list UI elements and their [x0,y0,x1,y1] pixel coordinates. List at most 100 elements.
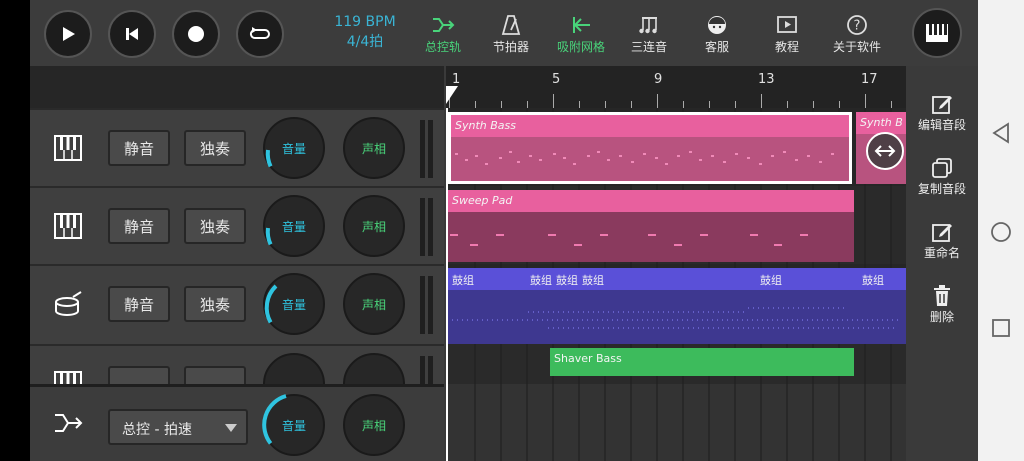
level-meter [428,120,433,178]
drum-clip-label: 鼓组 [452,274,474,287]
volume-knob[interactable]: 音量 [262,272,326,336]
record-button[interactable] [172,10,220,58]
metronome-icon [501,15,521,35]
ruler-label: 9 [654,72,663,87]
play-icon [63,27,75,41]
clip-drums[interactable]: 鼓组 鼓组 鼓组 鼓组 鼓组 鼓组 [448,268,906,344]
drum-clip-label: 鼓组 [530,274,552,287]
playhead-marker-icon[interactable] [446,86,458,106]
pan-knob[interactable] [342,352,406,384]
time-signature: 4/4拍 [346,34,384,50]
mute-button[interactable] [108,366,170,384]
clip-notes [455,151,834,165]
pan-knob[interactable]: 声相 [342,116,406,180]
master-pan-knob[interactable]: 声相 [342,393,406,457]
pan-knob[interactable]: 声相 [342,272,406,336]
track-header-spacer [30,66,444,108]
piano-icon[interactable] [50,210,86,242]
bpm-value: 119 BPM [334,14,396,30]
clip-synth-bass[interactable]: Synth Bass [448,112,852,184]
keyboard-button[interactable] [912,8,962,58]
delete-clip-button[interactable]: 删除 [906,284,978,325]
rename-icon [932,224,952,242]
toolbar-master-track[interactable]: 总控轨 [408,12,478,55]
music-app: 119 BPM 4/4拍 总控轨 节拍器 吸附网格 三连音 客服 教程 ? 关于… [30,0,978,461]
clip-sweep-pad[interactable]: Sweep Pad [448,190,854,262]
drum-clip-label: 鼓组 [760,274,782,287]
mute-button[interactable]: 静音 [108,286,170,322]
master-track-icon [433,18,455,32]
snap-grid-icon [573,17,590,33]
toolbar-metronome[interactable]: 节拍器 [476,12,546,55]
play-button[interactable] [44,10,92,58]
level-meter [428,356,433,384]
timeline-ruler[interactable]: 1 5 9 13 17 [446,66,906,108]
tempo-display[interactable]: 119 BPM 4/4拍 [310,12,420,52]
solo-button[interactable]: 独奏 [184,286,246,322]
android-nav-bar [978,0,1024,461]
tutorial-icon [777,16,797,33]
resize-arrows-icon [874,145,896,157]
track-row: 静音 独奏 音量 声相 [30,186,444,264]
piano-icon[interactable] [50,368,86,384]
edit-clip-button[interactable]: 编辑音段 [906,92,978,133]
top-toolbar: 119 BPM 4/4拍 总控轨 节拍器 吸附网格 三连音 客服 教程 ? 关于… [30,0,978,66]
track-controls-panel: 静音 独奏 音量 声相 静音 独奏 音量 声相 静音 独奏 音量 声相 总控 -… [30,66,444,461]
toolbar-tutorial[interactable]: 教程 [752,12,822,55]
triplet-note-icon [639,17,657,34]
drum-clip-label: 鼓组 [556,274,578,287]
rename-clip-button[interactable]: 重命名 [906,220,978,261]
home-icon[interactable] [989,220,1013,244]
piano-icon[interactable] [50,132,86,164]
volume-knob[interactable]: 音量 [262,116,326,180]
loop-button[interactable] [236,10,284,58]
toolbar-snap-grid[interactable]: 吸附网格 [546,12,616,55]
drum-clip-label: 鼓组 [582,274,604,287]
svg-text:?: ? [854,19,861,34]
pan-knob[interactable]: 声相 [342,194,406,258]
arrangement-timeline[interactable]: 1 5 9 13 17 Synth Bass Synth B Sweep Pad… [446,66,906,461]
back-icon[interactable] [990,122,1012,144]
record-icon [188,26,204,42]
solo-button[interactable]: 独奏 [184,208,246,244]
level-meter [420,356,425,384]
clip-actions-sidebar: 编辑音段 复制音段 重命名 删除 [906,66,978,461]
recents-icon[interactable] [991,318,1011,338]
toolbar-about[interactable]: ? 关于软件 [822,12,892,55]
master-param-select[interactable]: 总控 - 拍速 [108,409,248,445]
trash-icon [934,285,950,306]
playhead-line[interactable] [446,108,448,461]
master-volume-knob[interactable]: 音量 [262,393,326,457]
clip-notes [452,307,898,329]
master-track-row: 总控 - 拍速 音量 声相 [30,384,444,461]
chevron-down-icon [225,424,237,432]
master-track-icon [50,407,86,439]
mute-button[interactable]: 静音 [108,208,170,244]
mute-button[interactable]: 静音 [108,130,170,166]
drum-icon[interactable] [50,288,86,320]
track-row [30,344,444,384]
ruler-label: 5 [552,72,561,87]
level-meter [428,276,433,334]
rewind-button[interactable] [108,10,156,58]
toolbar-support[interactable]: 客服 [682,12,752,55]
track-row: 静音 独奏 音量 声相 [30,264,444,344]
level-meter [420,276,425,334]
support-icon [708,16,726,34]
volume-knob[interactable] [262,352,326,384]
track-row: 静音 独奏 音量 声相 [30,108,444,186]
solo-button[interactable] [184,366,246,384]
solo-button[interactable]: 独奏 [184,130,246,166]
toolbar-triplet[interactable]: 三连音 [614,12,684,55]
clip-notes [450,234,808,246]
about-icon: ? [847,15,867,35]
level-meter [428,198,433,256]
clip-shaver-bass[interactable]: Shaver Bass [550,348,854,376]
select-value: 总控 - 拍速 [122,422,192,438]
drum-clip-label: 鼓组 [862,274,884,287]
resize-handle[interactable] [866,132,904,170]
ruler-label: 17 [861,72,878,87]
piano-keyboard-icon [926,24,948,42]
copy-clip-button[interactable]: 复制音段 [906,156,978,197]
volume-knob[interactable]: 音量 [262,194,326,258]
